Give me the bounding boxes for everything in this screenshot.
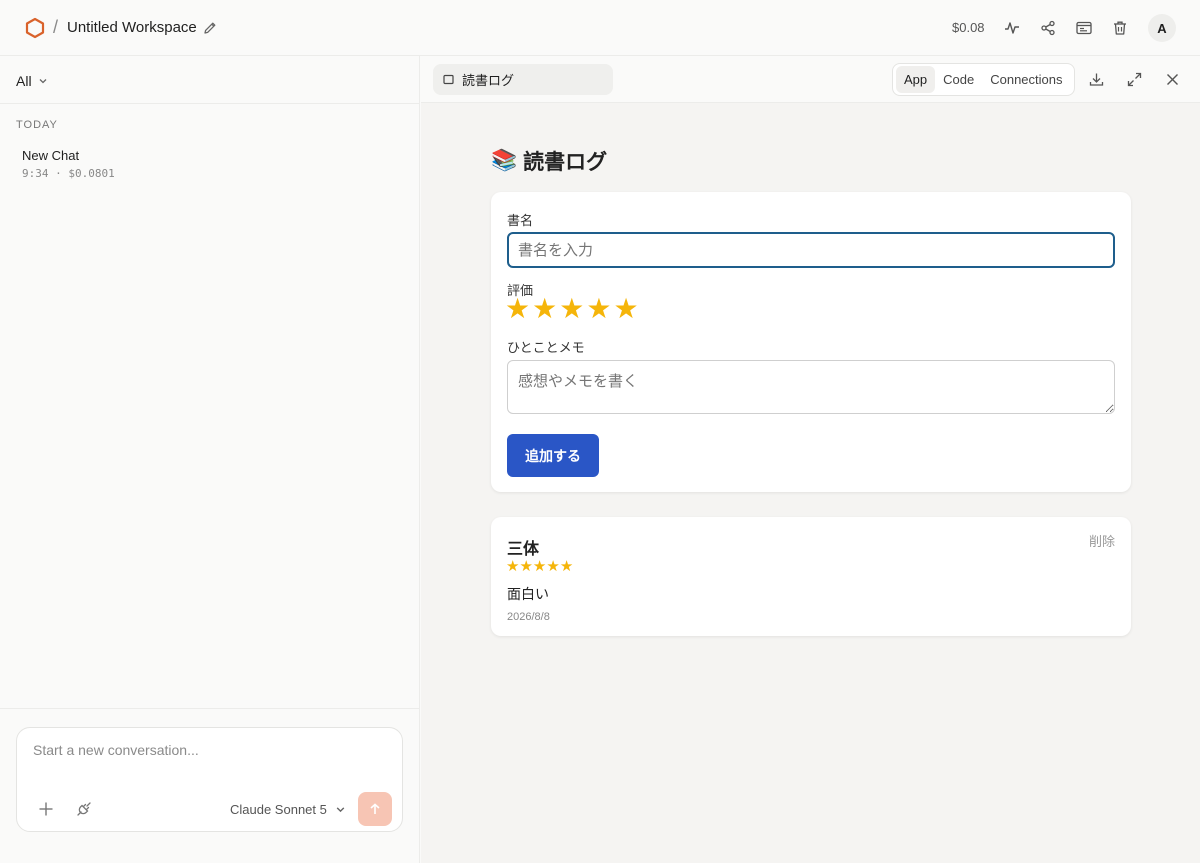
chevron-down-icon [39,79,47,84]
memo-textarea[interactable] [507,360,1115,414]
sidebar: All TODAY New Chat 9:34 · $0.0801 Start … [0,56,420,863]
composer-box[interactable]: Start a new conversation... Claude Sonne… [16,727,403,832]
pencil-icon[interactable] [202,20,218,36]
sidebar-divider [0,103,420,104]
star-5[interactable]: ★ [613,295,638,323]
delete-button[interactable]: 削除 [1089,531,1115,550]
download-icon[interactable] [1088,71,1105,88]
book-title-input[interactable] [507,232,1115,268]
app-title-text: 読書ログ [523,151,608,174]
entry-star: ★ [532,557,547,575]
activity-icon[interactable] [1003,19,1021,37]
window-icon [443,74,454,85]
add-book-form: 書名 評価 ★ ★ ★ ★ ★ ひとことメモ 追加する [491,192,1131,492]
add-button[interactable]: 追加する [507,434,599,477]
close-icon[interactable] [1164,71,1181,88]
view-tabs: App Code Connections [892,63,1075,96]
terminal-panel-icon[interactable] [1075,19,1093,37]
chat-title: New Chat [22,148,80,163]
preview-panel: 読書ログ App Code Connections 📚 読書ログ 書名 書名を入… [421,56,1200,863]
top-bar: / Untitled Workspace $0.08 A [0,0,1200,56]
send-button[interactable] [358,792,392,826]
book-title-label: 書名 [507,213,534,228]
star-4[interactable]: ★ [586,295,611,323]
entry-rating-stars: ★ ★ ★ ★ ★ [506,559,573,574]
section-label-today: TODAY [16,119,58,131]
books-emoji-icon: 📚 [491,149,518,172]
file-tab-label: 読書ログ [462,73,515,88]
share-icon[interactable] [1039,19,1057,37]
file-tab[interactable]: 読書ログ [433,64,613,95]
chat-meta: 9:34 · $0.0801 [22,167,115,180]
chat-list-item[interactable]: New Chat 9:34 · $0.0801 [10,142,400,188]
chat-filter-dropdown[interactable]: All [16,73,48,89]
rating-stars: ★ ★ ★ ★ ★ [505,295,639,323]
model-selector[interactable]: Claude Sonnet 5 [230,802,346,817]
app-title: 📚 読書ログ [491,146,607,176]
entry-star: ★ [519,557,533,575]
entry-star: ★ [546,557,560,575]
entry-date: 2026/8/8 [507,611,550,623]
memo-label: ひとことメモ [507,340,585,355]
trash-icon[interactable] [1111,19,1129,37]
panel-header: 読書ログ App Code Connections [421,56,1200,103]
tab-code[interactable]: Code [935,66,982,93]
model-name: Claude Sonnet 5 [230,802,327,817]
workspace-title[interactable]: Untitled Workspace [67,19,197,36]
star-3[interactable]: ★ [559,295,584,323]
entry-memo: 面白い [507,586,549,602]
user-avatar[interactable]: A [1148,14,1176,42]
usage-cost: $0.08 [952,20,985,35]
book-entry-card: 三体 削除 ★ ★ ★ ★ ★ 面白い 2026/8/8 [491,517,1131,636]
plugin-icon[interactable] [75,800,93,818]
breadcrumb-separator: / [53,17,59,37]
arrow-up-icon [370,803,380,814]
chevron-down-icon [336,807,345,813]
tab-app[interactable]: App [896,66,936,93]
composer-area: Start a new conversation... Claude Sonne… [0,708,420,863]
star-1[interactable]: ★ [505,295,530,323]
expand-icon[interactable] [1126,71,1143,88]
entry-star: ★ [559,557,574,575]
plus-icon[interactable] [37,800,55,818]
filter-label: All [16,73,32,89]
tab-connections[interactable]: Connections [982,66,1070,93]
entry-star: ★ [506,557,520,575]
entry-title: 三体 [507,541,540,558]
hexagon-logo-icon[interactable] [24,17,46,39]
new-conversation-input[interactable]: Start a new conversation... [33,742,199,758]
star-2[interactable]: ★ [532,295,557,323]
